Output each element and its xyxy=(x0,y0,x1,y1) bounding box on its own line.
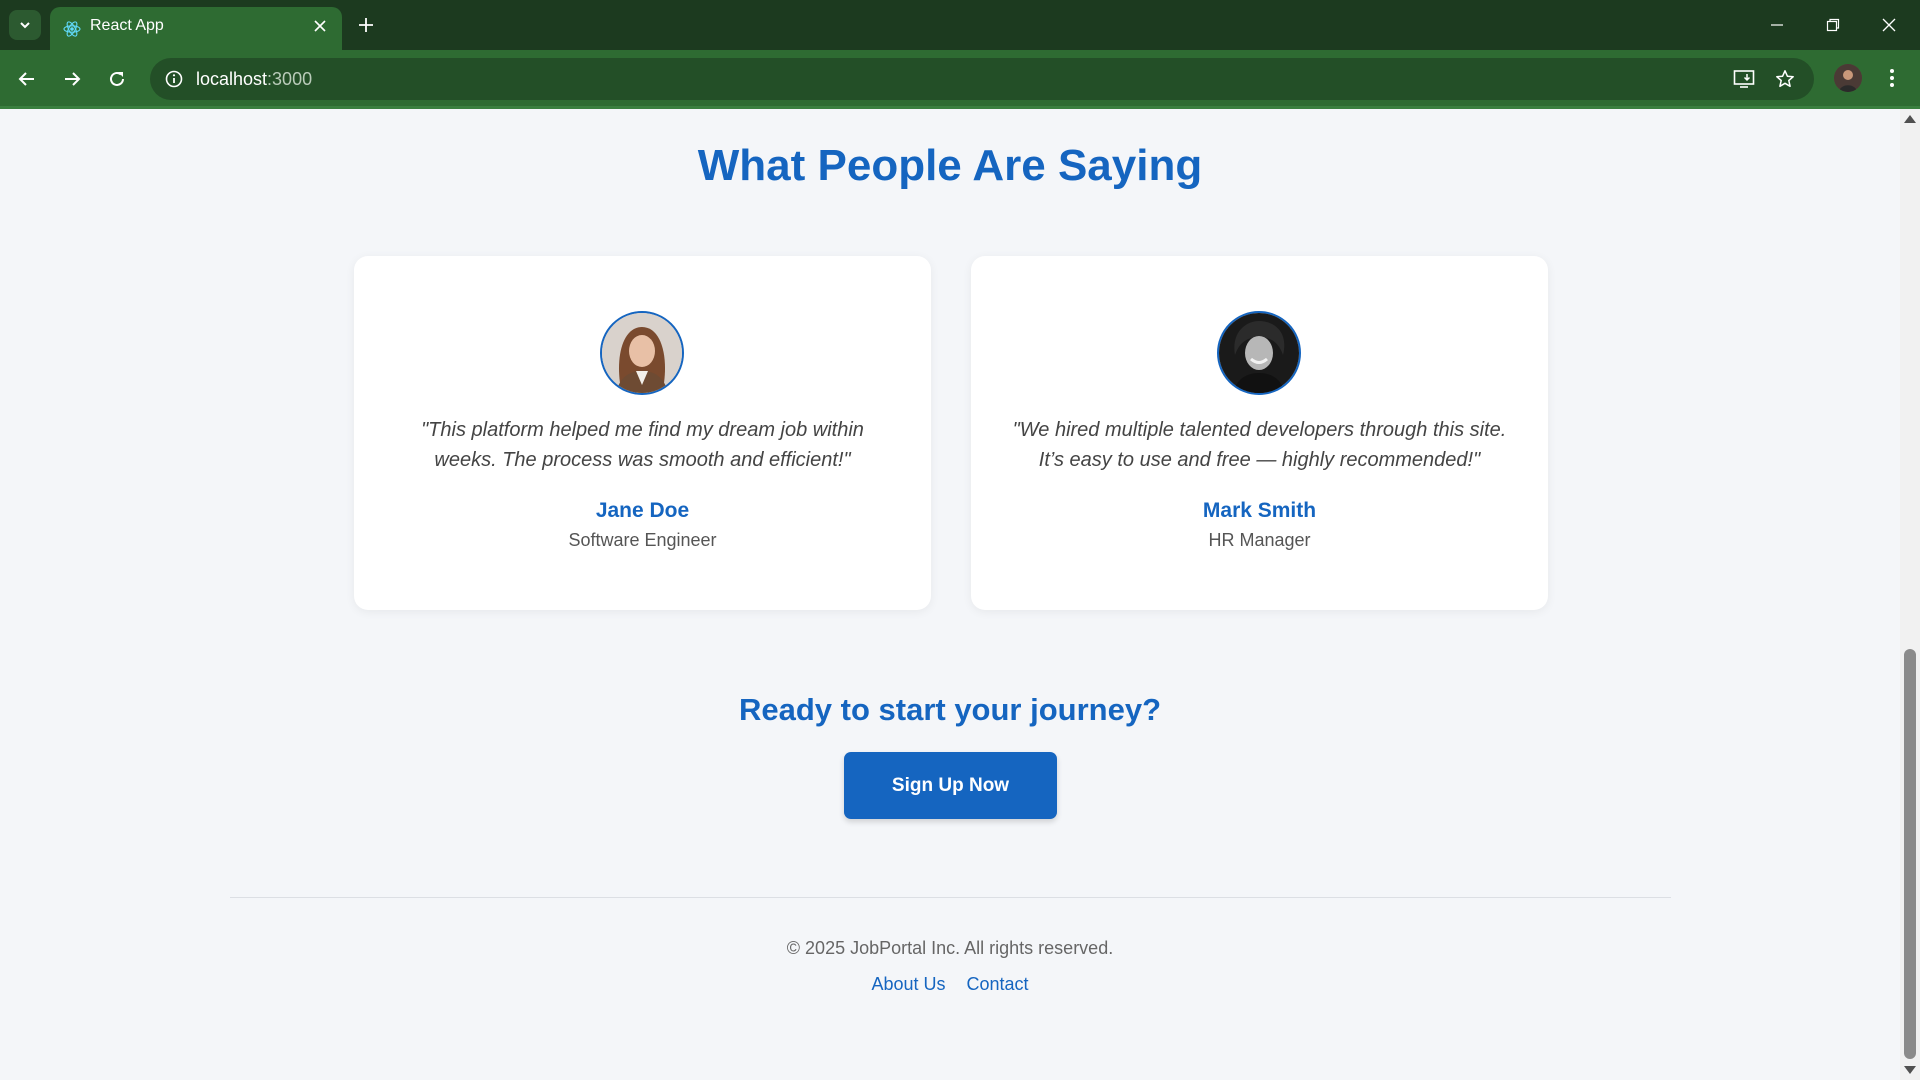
restore-icon xyxy=(1826,18,1840,32)
plus-icon xyxy=(359,18,373,32)
mark-smith-photo xyxy=(1219,313,1299,393)
back-icon xyxy=(18,72,34,86)
install-icon xyxy=(1733,70,1755,88)
jane-doe-photo xyxy=(602,313,682,393)
tab-list-button[interactable] xyxy=(9,10,41,40)
tab-react-app[interactable]: React App xyxy=(50,7,342,50)
testimonial-role: HR Manager xyxy=(1208,530,1311,550)
footer-link-about-us[interactable]: About Us xyxy=(871,974,945,994)
info-icon xyxy=(165,70,183,88)
new-tab-button[interactable] xyxy=(352,11,380,39)
star-icon xyxy=(1776,70,1794,88)
testimonial-name: Jane Doe xyxy=(595,499,690,522)
browser-menu-button[interactable] xyxy=(1878,64,1906,92)
close-tab-button[interactable] xyxy=(310,16,330,36)
testimonial-avatar xyxy=(1217,311,1301,395)
scroll-up-arrow-icon[interactable] xyxy=(1904,115,1916,123)
footer-link-contact[interactable]: Contact xyxy=(967,974,1029,994)
address-bar[interactable]: localhost:3000 xyxy=(150,58,1814,100)
minimize-icon xyxy=(1771,24,1783,26)
reload-button[interactable] xyxy=(99,61,135,97)
reload-icon xyxy=(110,71,124,86)
scrollbar-thumb[interactable] xyxy=(1904,649,1916,1059)
more-icon xyxy=(1890,69,1894,87)
window-close-button[interactable] xyxy=(1866,8,1912,42)
forward-button[interactable] xyxy=(54,61,90,97)
testimonial-quote: "We hired multiple talented developers t… xyxy=(1012,419,1507,471)
testimonial-avatar xyxy=(600,311,684,395)
footer-links: About Us Contact xyxy=(0,974,1900,995)
url-host: localhost xyxy=(196,69,268,89)
install-app-button[interactable] xyxy=(1730,65,1758,93)
close-icon xyxy=(314,20,326,32)
site-info-button[interactable] xyxy=(160,65,188,93)
testimonial-card: "We hired multiple talented developers t… xyxy=(971,256,1548,610)
minimize-button[interactable] xyxy=(1754,8,1800,42)
footer-copyright: © 2025 JobPortal Inc. All rights reserve… xyxy=(786,938,1114,958)
tab-title: React App xyxy=(90,17,164,34)
window-close-icon xyxy=(1882,18,1896,32)
bookmark-button[interactable] xyxy=(1771,65,1799,93)
react-favicon-icon xyxy=(63,21,81,37)
profile-avatar[interactable] xyxy=(1834,64,1862,92)
footer-divider xyxy=(230,897,1671,898)
testimonial-quote: "This platform helped me find my dream j… xyxy=(421,419,864,471)
chevron-down-icon xyxy=(20,22,30,29)
testimonials-heading: What People Are Saying xyxy=(697,141,1203,190)
cta-heading: Ready to start your journey? xyxy=(738,692,1162,727)
sign-up-button[interactable]: Sign Up Now xyxy=(844,752,1057,819)
testimonial-role: Software Engineer xyxy=(568,530,717,550)
url-text: localhost:3000 xyxy=(196,58,312,100)
url-port: :3000 xyxy=(267,69,313,89)
scroll-down-arrow-icon[interactable] xyxy=(1904,1066,1916,1074)
vertical-scrollbar[interactable] xyxy=(1900,109,1920,1080)
back-button[interactable] xyxy=(9,61,45,97)
restore-button[interactable] xyxy=(1810,8,1856,42)
tab-strip: React App xyxy=(0,0,1920,50)
browser-toolbar: localhost:3000 xyxy=(0,50,1920,108)
page-viewport: What People Are Saying "This platform he… xyxy=(0,109,1900,1080)
testimonial-card: "This platform helped me find my dream j… xyxy=(354,256,931,610)
forward-icon xyxy=(65,72,81,86)
testimonial-name: Mark Smith xyxy=(1202,499,1317,522)
profile-photo xyxy=(1834,64,1862,92)
